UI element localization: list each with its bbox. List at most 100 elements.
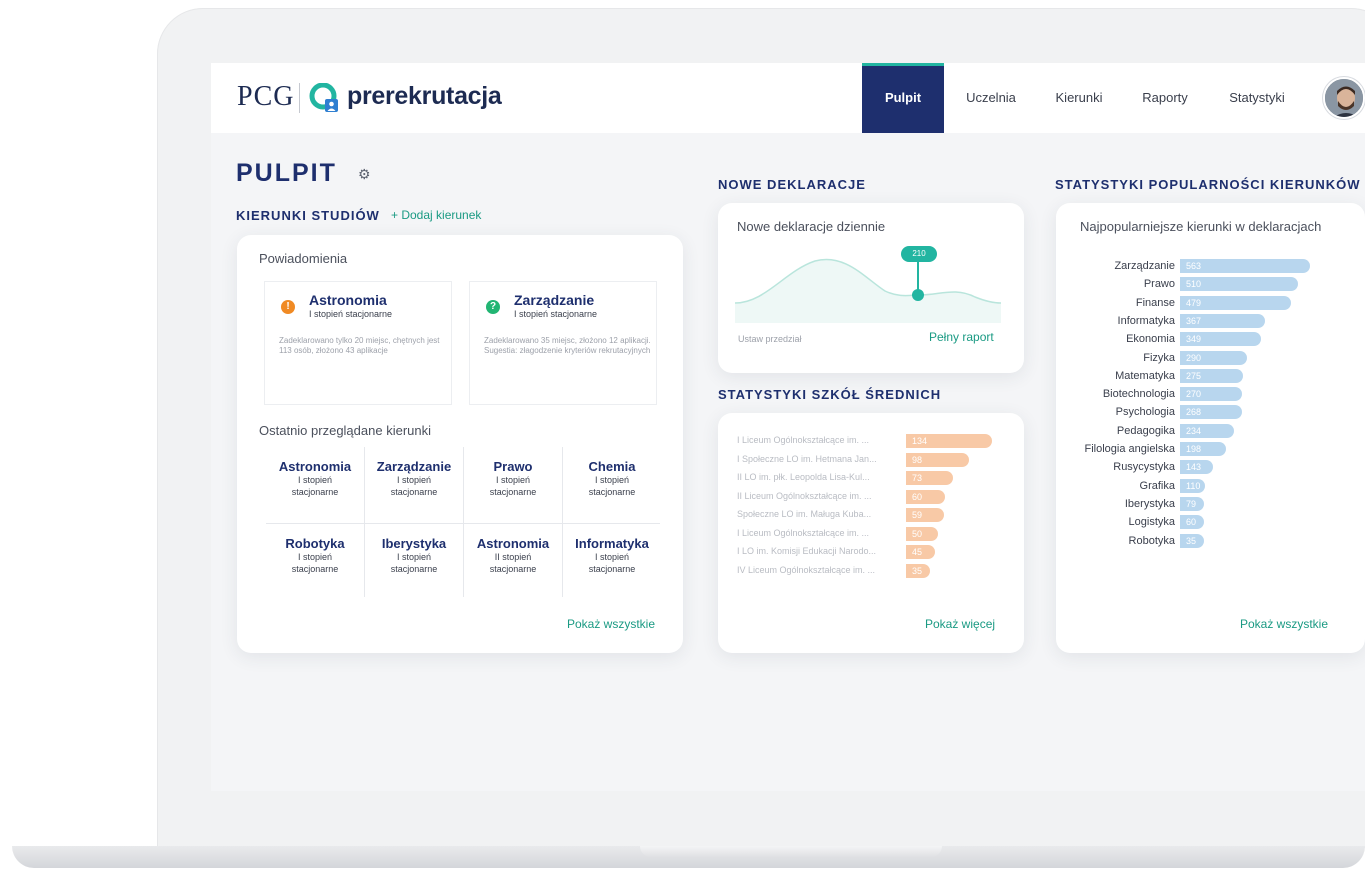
nav-statystyki[interactable]: Statystyki [1217, 63, 1297, 133]
field-bar[interactable]: 275 [1180, 368, 1243, 383]
field-label: Robotyka [1128, 534, 1175, 547]
recent-item-level: I stopień [297, 552, 333, 562]
recent-item-level: I stopień [594, 475, 630, 485]
field-bar[interactable]: 198 [1180, 442, 1226, 456]
school-bar[interactable]: 35 [906, 563, 930, 578]
recent-item-mode: stacjonarne [291, 564, 339, 574]
full-report-link[interactable]: Pełny raport [929, 330, 994, 344]
notification-subtitle: I stopień stacjonarne [309, 309, 393, 319]
school-label: II Liceum Ogólnokształcące im. ... [737, 490, 872, 501]
school-bar[interactable]: 60 [906, 489, 945, 504]
laptop-notch [640, 846, 942, 857]
field-label: Matematyka [1115, 369, 1175, 382]
set-range-link[interactable]: Ustaw przedział [738, 334, 802, 344]
field-bar[interactable]: 510 [1180, 277, 1298, 292]
field-bar[interactable]: 563 [1180, 259, 1310, 273]
logo-divider [299, 83, 300, 113]
field-bar[interactable]: 367 [1180, 313, 1265, 328]
field-bar[interactable]: 270 [1180, 387, 1242, 402]
nav-uczelnia[interactable]: Uczelnia [953, 63, 1029, 133]
recent-item-level: II stopień [494, 552, 532, 562]
popularnosc-section-title: STATYSTYKI POPULARNOŚCI KIERUNKÓW [1055, 177, 1361, 192]
notification-title: Astronomia [309, 292, 387, 308]
field-bar[interactable]: 79 [1180, 496, 1204, 511]
school-bar[interactable]: 134 [906, 434, 992, 448]
field-label: Ekonomia [1126, 333, 1175, 346]
school-bar[interactable]: 50 [906, 526, 938, 541]
field-label: Logistyka [1128, 516, 1175, 529]
show-more-schools-link[interactable]: Pokaż więcej [925, 617, 995, 631]
school-bar[interactable]: 45 [906, 545, 935, 559]
recent-item-name: Iberystyka [381, 536, 447, 551]
recent-item-name: Astronomia [476, 536, 550, 551]
field-label: Iberystyka [1124, 497, 1175, 510]
notification-astronomia[interactable]: ! Astronomia I stopień stacjonarne Zadek… [264, 281, 452, 405]
recent-item[interactable]: Astronomia I stopień stacjonarne [266, 447, 364, 521]
user-avatar[interactable] [1323, 77, 1365, 119]
field-label: Finanse [1135, 296, 1175, 309]
recent-item-name: Prawo [493, 459, 533, 474]
field-bar[interactable]: 479 [1180, 295, 1291, 310]
nav-pulpit[interactable]: Pulpit [862, 63, 944, 133]
school-label: IV Liceum Ogólnokształcące im. ... [737, 564, 876, 575]
show-all-fields-link[interactable]: Pokaż wszystkie [1240, 617, 1328, 631]
show-all-kierunki-link[interactable]: Pokaż wszystkie [567, 617, 655, 631]
app-name: prerekrutacja [347, 82, 502, 110]
notification-subtitle: I stopień stacjonarne [514, 309, 598, 319]
recent-item-level: I stopień [396, 552, 432, 562]
field-bar[interactable]: 234 [1180, 423, 1234, 438]
recent-title: Ostatnio przeglądane kierunki [259, 423, 431, 438]
notification-text: Zadeklarowano tylko 20 miejsc, chętnych … [279, 336, 440, 355]
notification-zarzadzanie[interactable]: ? Zarządzanie I stopień stacjonarne Zade… [469, 281, 657, 405]
school-bar[interactable]: 59 [906, 508, 944, 522]
notification-title: Zarządzanie [514, 292, 595, 308]
prerekrutacja-logo-icon [309, 83, 338, 112]
school-bar[interactable]: 73 [906, 471, 953, 485]
page-title: PULPIT [236, 159, 337, 187]
recent-item-mode: stacjonarne [489, 487, 537, 497]
field-label: Informatyka [1117, 314, 1175, 327]
recent-item[interactable]: Chemia I stopień stacjonarne [563, 447, 661, 521]
app-screen: PCG prerekrutacja Pulpit Uczelnia Kierun… [211, 63, 1365, 791]
recent-item-name: Zarządzanie [376, 459, 452, 474]
recent-item-name: Astronomia [278, 459, 352, 474]
school-label: I Liceum Ogólnokształcące im. ... [737, 435, 870, 445]
recent-item-mode: stacjonarne [390, 487, 438, 497]
recent-item-mode: stacjonarne [489, 564, 537, 574]
field-bar[interactable]: 110 [1180, 478, 1205, 493]
school-bar[interactable]: 98 [906, 452, 969, 467]
recent-item[interactable]: Astronomia II stopień stacjonarne [464, 524, 562, 598]
field-bar[interactable]: 290 [1180, 350, 1247, 365]
nav-raporty[interactable]: Raporty [1129, 63, 1201, 133]
recent-kierunki-grid: Astronomia I stopień stacjonarne Zarządz… [266, 447, 660, 599]
pcg-logo: PCG [237, 81, 295, 112]
recent-item[interactable]: Zarządzanie I stopień stacjonarne [365, 447, 463, 521]
school-label: I Liceum Ogólnokształcące im. ... [737, 527, 870, 538]
recent-item-level: I stopień [495, 475, 531, 485]
nav-kierunki[interactable]: Kierunki [1045, 63, 1113, 133]
field-bar[interactable]: 143 [1180, 460, 1213, 475]
field-label: Prawo [1143, 278, 1175, 291]
chart-highlight-badge: 210 [901, 246, 937, 262]
notification-text: Zadeklarowano 35 miejsc, złożono 12 apli… [484, 336, 651, 355]
field-bar[interactable]: 268 [1180, 405, 1242, 420]
add-kierunek-link[interactable]: + Dodaj kierunek [391, 208, 481, 222]
warning-icon: ! [281, 300, 295, 314]
recent-item[interactable]: Robotyka I stopień stacjonarne [266, 524, 364, 598]
recent-item-name: Robotyka [285, 536, 345, 551]
field-bar[interactable]: 60 [1180, 515, 1204, 530]
recent-item[interactable]: Prawo I stopień stacjonarne [464, 447, 562, 521]
recent-item[interactable]: Informatyka I stopień stacjonarne [563, 524, 661, 598]
recent-item[interactable]: Iberystyka I stopień stacjonarne [365, 524, 463, 598]
recent-item-name: Informatyka [575, 536, 649, 551]
school-label: II LO im. płk. Leopolda Lisa-Kul... [737, 472, 870, 482]
field-label: Fizyka [1143, 351, 1175, 364]
field-bar[interactable]: 349 [1180, 332, 1261, 347]
szkoly-section-title: STATYSTYKI SZKÓŁ ŚREDNICH [718, 387, 942, 402]
settings-gear-icon[interactable]: ⚙ [358, 166, 371, 183]
top-navigation-bar: PCG prerekrutacja Pulpit Uczelnia Kierun… [211, 63, 1365, 133]
recent-item-name: Chemia [588, 459, 636, 474]
field-bar[interactable]: 35 [1180, 533, 1204, 548]
kierunki-section-title: KIERUNKI STUDIÓW [236, 208, 380, 223]
field-label: Biotechnologia [1102, 388, 1175, 401]
